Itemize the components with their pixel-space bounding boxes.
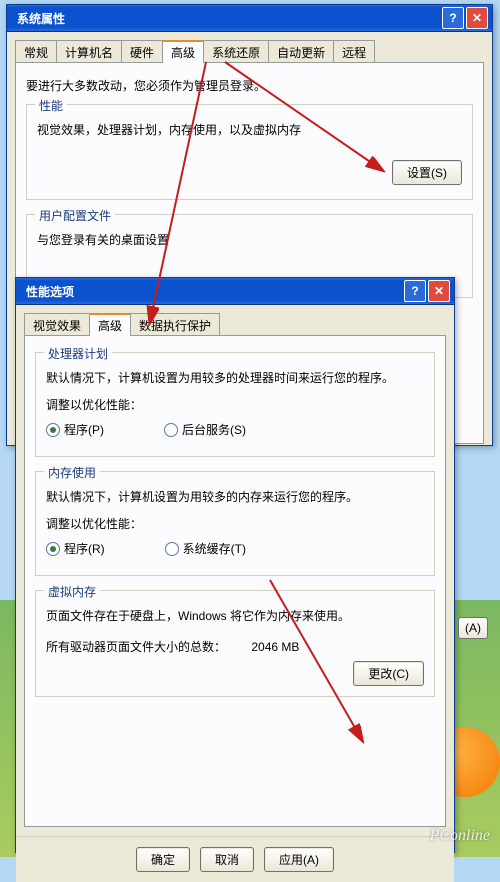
cpu-radio-background-label: 后台服务(S)	[182, 421, 246, 438]
perfopts-tabs: 视觉效果 高级 数据执行保护	[24, 313, 446, 336]
tab-remote[interactable]: 远程	[333, 40, 375, 63]
cpu-groupbox: 处理器计划 默认情况下，计算机设置为用较多的处理器时间来运行您的程序。 调整以优…	[35, 352, 435, 457]
perfopts-titlebar: 性能选项 ? ✕	[16, 278, 454, 305]
cpu-radio-programs-label: 程序(P)	[64, 421, 104, 438]
sysprops-title: 系统属性	[11, 10, 440, 27]
mem-groupbox: 内存使用 默认情况下，计算机设置为用较多的内存来运行您的程序。 调整以优化性能：…	[35, 471, 435, 576]
radio-checked-icon	[46, 542, 60, 556]
tab-perfadvanced[interactable]: 高级	[89, 313, 131, 336]
mem-group-title: 内存使用	[44, 464, 100, 481]
sysprops-side-button[interactable]: (A)	[458, 617, 488, 639]
vm-group-title: 虚拟内存	[44, 583, 100, 600]
cpu-radio-programs[interactable]: 程序(P)	[46, 421, 104, 438]
vm-total-label: 所有驱动器页面文件大小的总数：	[46, 640, 226, 654]
perfopts-buttonbar: 确定 取消 应用(A)	[16, 836, 454, 882]
mem-radio-programs-label: 程序(R)	[64, 540, 105, 557]
performance-groupbox: 性能 视觉效果，处理器计划，内存使用，以及虚拟内存 设置(S)	[26, 104, 473, 200]
cancel-button[interactable]: 取消	[200, 847, 254, 872]
vm-groupbox: 虚拟内存 页面文件存在于硬盘上，Windows 将它作为内存来使用。 所有驱动器…	[35, 590, 435, 697]
tab-visualeffects[interactable]: 视觉效果	[24, 313, 90, 336]
tab-autoupdate[interactable]: 自动更新	[268, 40, 334, 63]
perfopts-title: 性能选项	[20, 283, 402, 300]
vm-total-value: 2046 MB	[251, 640, 299, 654]
performance-settings-button[interactable]: 设置(S)	[392, 160, 462, 185]
mem-radio-programs[interactable]: 程序(R)	[46, 540, 105, 557]
apply-button[interactable]: 应用(A)	[264, 847, 334, 872]
perfopts-panel: 处理器计划 默认情况下，计算机设置为用较多的处理器时间来运行您的程序。 调整以优…	[24, 335, 446, 827]
mem-radio-cache[interactable]: 系统缓存(T)	[165, 540, 246, 557]
ok-button[interactable]: 确定	[136, 847, 190, 872]
sysprops-titlebar: 系统属性 ? ✕	[7, 5, 492, 32]
close-icon[interactable]: ✕	[428, 280, 450, 302]
radio-checked-icon	[46, 423, 60, 437]
mem-radio-cache-label: 系统缓存(T)	[183, 540, 246, 557]
tab-general[interactable]: 常规	[15, 40, 57, 63]
cpu-desc: 默认情况下，计算机设置为用较多的处理器时间来运行您的程序。	[46, 369, 424, 386]
userprofile-desc: 与您登录有关的桌面设置	[37, 231, 462, 248]
performance-desc: 视觉效果，处理器计划，内存使用，以及虚拟内存	[37, 121, 462, 138]
radio-unchecked-icon	[165, 542, 179, 556]
watermark-text: PConline	[430, 827, 490, 845]
help-icon[interactable]: ?	[404, 280, 426, 302]
cpu-radio-background[interactable]: 后台服务(S)	[164, 421, 246, 438]
cpu-group-title: 处理器计划	[44, 345, 112, 362]
vm-change-button[interactable]: 更改(C)	[353, 661, 424, 686]
performance-group-title: 性能	[35, 97, 67, 114]
admin-info-text: 要进行大多数改动，您必须作为管理员登录。	[26, 77, 473, 94]
vm-desc: 页面文件存在于硬盘上，Windows 将它作为内存来使用。	[46, 607, 424, 624]
radio-unchecked-icon	[164, 423, 178, 437]
performance-options-window: 性能选项 ? ✕ 视觉效果 高级 数据执行保护 处理器计划 默认情况下，计算机设…	[15, 277, 455, 853]
tab-advanced[interactable]: 高级	[162, 40, 204, 63]
tab-hardware[interactable]: 硬件	[121, 40, 163, 63]
tab-systemrestore[interactable]: 系统还原	[203, 40, 269, 63]
userprofile-group-title: 用户配置文件	[35, 207, 115, 224]
mem-desc: 默认情况下，计算机设置为用较多的内存来运行您的程序。	[46, 488, 424, 505]
help-icon[interactable]: ?	[442, 7, 464, 29]
close-icon[interactable]: ✕	[466, 7, 488, 29]
cpu-adjust-label: 调整以优化性能：	[46, 396, 424, 413]
mem-adjust-label: 调整以优化性能：	[46, 515, 424, 532]
tab-computername[interactable]: 计算机名	[56, 40, 122, 63]
sysprops-tabs: 常规 计算机名 硬件 高级 系统还原 自动更新 远程	[15, 40, 484, 63]
tab-dep[interactable]: 数据执行保护	[130, 313, 220, 336]
